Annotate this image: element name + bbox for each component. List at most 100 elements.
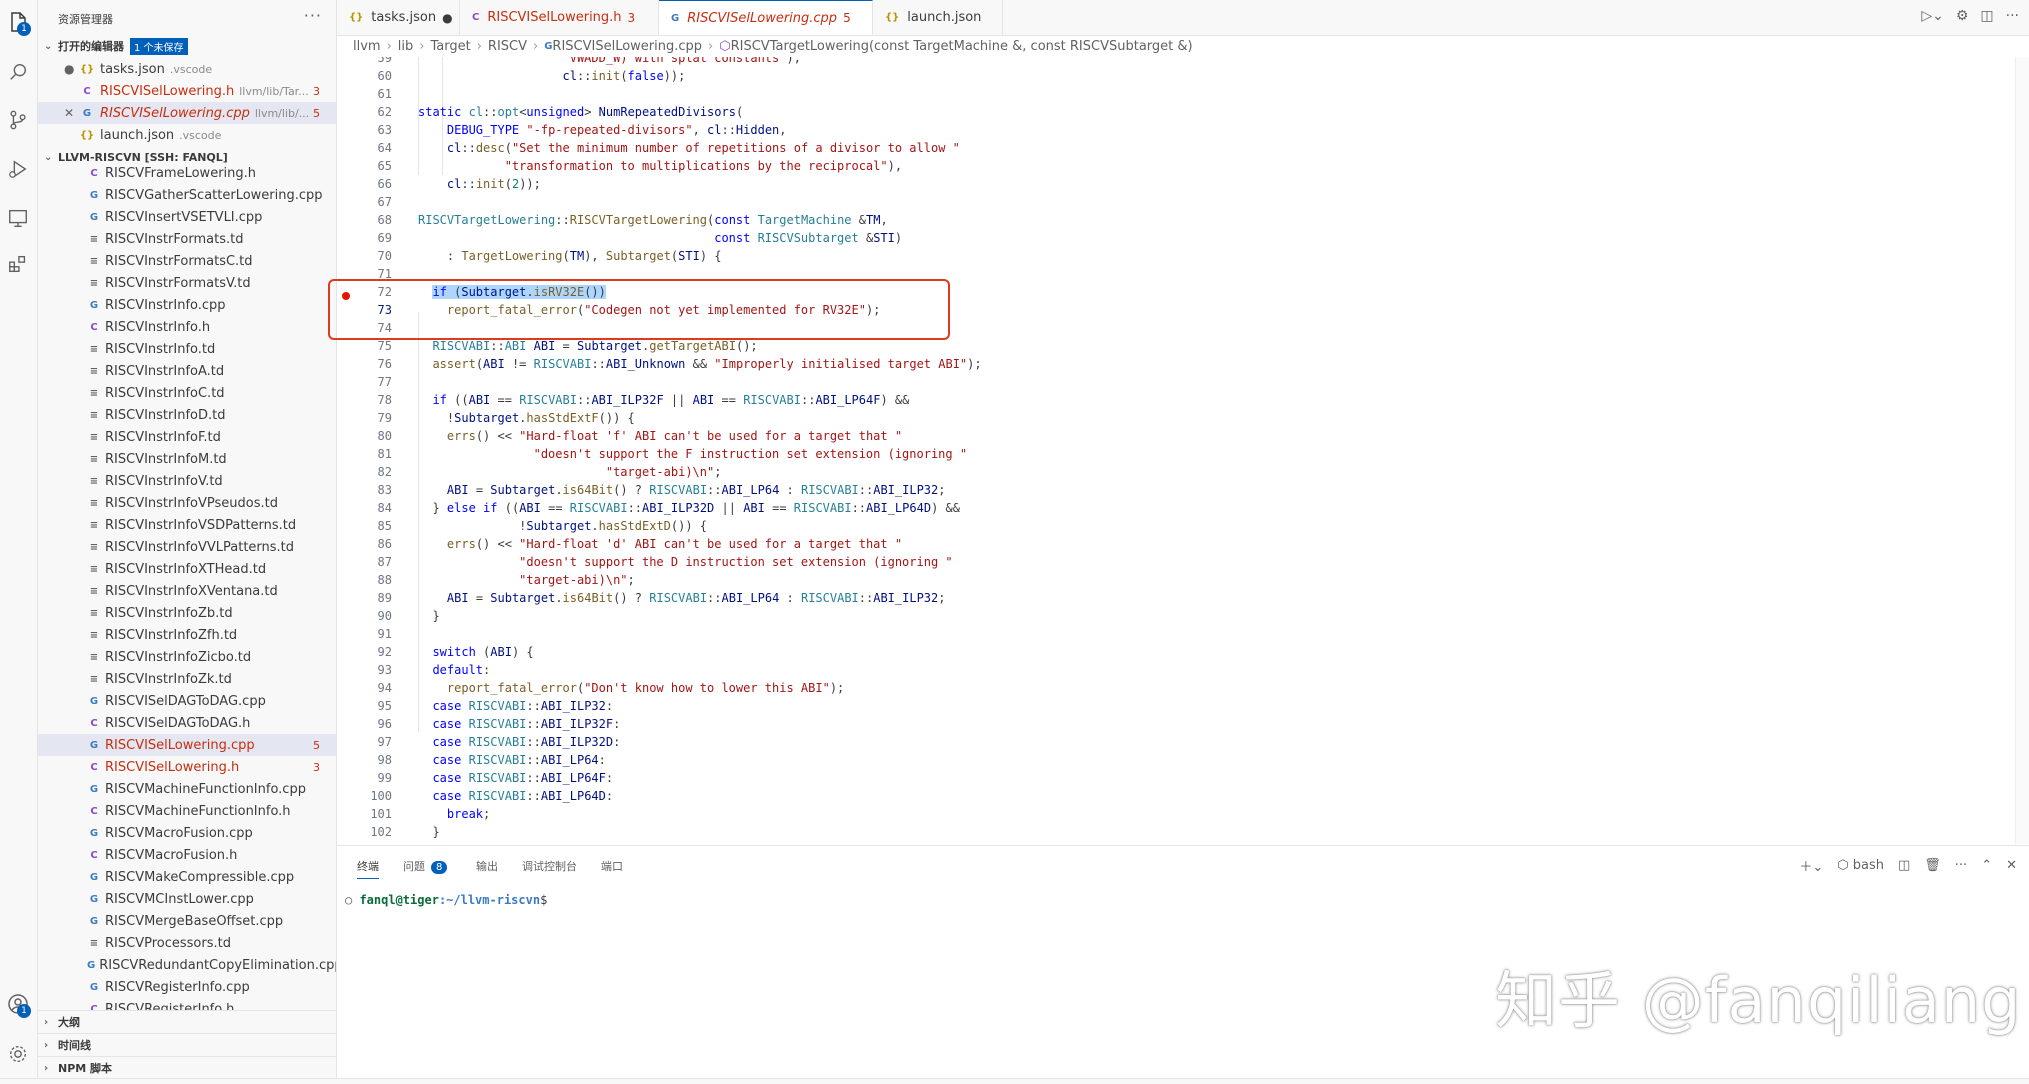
split-editor-icon[interactable]: ◫ xyxy=(1980,8,1993,24)
open-editors-header[interactable]: ⌄ 打开的编辑器 1 个未保存 xyxy=(38,36,336,56)
file-tree-item[interactable]: ≡ RISCVInstrInfoZfh.td xyxy=(38,624,336,646)
terminal-prompt[interactable]: ○ fanql@tiger:~/llvm-riscvn$ xyxy=(345,893,547,907)
editor-tab[interactable]: {} launch.json xyxy=(873,0,1003,35)
file-tree-item[interactable]: ≡ RISCVInstrInfoV.td xyxy=(38,470,336,492)
tab-debug-console[interactable]: 调试控制台 xyxy=(522,858,577,874)
close-icon[interactable]: ✕ xyxy=(2006,858,2017,873)
code-line[interactable]: 89 ABI = Subtarget.is64Bit() ? RISCVABI:… xyxy=(337,589,2017,607)
gear-icon[interactable]: ⚙ xyxy=(1956,8,1969,24)
file-tree-item[interactable]: ≡ RISCVInstrInfoZb.td xyxy=(38,602,336,624)
file-tree-item[interactable]: G RISCVISelLowering.cpp 5 xyxy=(38,734,336,756)
outline-section[interactable]: › 大纲 xyxy=(38,1010,336,1033)
open-editor-item[interactable]: ●{} tasks.json .vscode xyxy=(38,58,336,80)
file-tree-item[interactable]: C RISCVInstrInfo.h xyxy=(38,316,336,338)
file-tree-item[interactable]: ≡ RISCVInstrInfoD.td xyxy=(38,404,336,426)
code-line[interactable]: 60 cl::init(false)); xyxy=(337,67,2017,85)
code-line[interactable]: 70 : TargetLowering(TM), Subtarget(STI) … xyxy=(337,247,2017,265)
file-tree-item[interactable]: ≡ RISCVInstrInfoZk.td xyxy=(38,668,336,690)
account-icon[interactable]: 1 xyxy=(4,990,32,1018)
file-tree-item[interactable]: G RISCVRegisterInfo.cpp xyxy=(38,976,336,998)
file-tree-item[interactable]: G RISCVISelDAGToDAG.cpp xyxy=(38,690,336,712)
file-tree-item[interactable]: G RISCVMacroFusion.cpp xyxy=(38,822,336,844)
code-line[interactable]: 92 switch (ABI) { xyxy=(337,643,2017,661)
file-tree-item[interactable]: ≡ RISCVInstrInfoA.td xyxy=(38,360,336,382)
code-line[interactable]: 79 !Subtarget.hasStdExtF()) { xyxy=(337,409,2017,427)
file-tree-item[interactable]: G RISCVMergeBaseOffset.cpp xyxy=(38,910,336,932)
file-tree-item[interactable]: ≡ RISCVInstrInfoZicbo.td xyxy=(38,646,336,668)
code-line[interactable]: 97 case RISCVABI::ABI_ILP32D: xyxy=(337,733,2017,751)
breadcrumb-item[interactable]: lib xyxy=(398,39,413,54)
code-line[interactable]: 77 xyxy=(337,373,2017,391)
code-editor[interactable]: 59 "VWADD_W) with splat constants"), 60 c… xyxy=(337,57,2029,844)
code-line[interactable]: 86 errs() << "Hard-float 'd' ABI can't b… xyxy=(337,535,2017,553)
code-line[interactable]: 69 const RISCVSubtarget &STI) xyxy=(337,229,2017,247)
search-icon[interactable] xyxy=(4,58,32,86)
file-tree-item[interactable]: ≡ RISCVInstrFormats.td xyxy=(38,228,336,250)
code-line[interactable]: 76 assert(ABI != RISCVABI::ABI_Unknown &… xyxy=(337,355,2017,373)
file-tree-item[interactable]: C RISCVISelDAGToDAG.h xyxy=(38,712,336,734)
close-icon[interactable]: ✕ xyxy=(64,106,78,120)
breadcrumb-item[interactable]: Target xyxy=(430,39,470,54)
code-line[interactable]: 63 DEBUG_TYPE "-fp-repeated-divisors", c… xyxy=(337,121,2017,139)
file-tree-item[interactable]: ≡ RISCVInstrInfoVVLPatterns.td xyxy=(38,536,336,558)
file-tree-item[interactable]: ≡ RISCVProcessors.td xyxy=(38,932,336,954)
timeline-section[interactable]: › 时间线 xyxy=(38,1033,336,1056)
extensions-icon[interactable] xyxy=(4,250,32,278)
breakpoint-dot[interactable] xyxy=(342,292,350,300)
code-line[interactable]: 98 case RISCVABI::ABI_LP64: xyxy=(337,751,2017,769)
run-debug-icon[interactable] xyxy=(4,155,32,183)
tab-problems[interactable]: 问题 8 xyxy=(403,858,448,874)
trash-icon[interactable]: 🗑 xyxy=(1924,858,1941,873)
terminal-shell[interactable]: ⬡ bash xyxy=(1837,858,1884,873)
tab-terminal[interactable]: 终端 xyxy=(357,858,379,879)
file-tree-item[interactable]: ≡ RISCVInstrInfoVSDPatterns.td xyxy=(38,514,336,536)
breadcrumb-item[interactable]: RISCVTargetLowering(const TargetMachine … xyxy=(731,39,1193,54)
file-tree-item[interactable]: ≡ RISCVInstrFormatsV.td xyxy=(38,272,336,294)
npm-scripts-section[interactable]: › NPM 脚本 xyxy=(38,1056,336,1079)
more-icon[interactable]: ··· xyxy=(1955,858,1967,873)
file-tree-item[interactable]: ≡ RISCVInstrInfoM.td xyxy=(38,448,336,470)
code-line[interactable]: 62 static cl::opt<unsigned> NumRepeatedDi… xyxy=(337,103,2017,121)
file-tree-item[interactable]: ≡ RISCVInstrInfoC.td xyxy=(38,382,336,404)
more-actions-icon[interactable]: ··· xyxy=(304,6,322,25)
code-line[interactable]: 88 "target-abi)\n"; xyxy=(337,571,2017,589)
remote-explorer-icon[interactable] xyxy=(4,204,32,232)
file-tree-item[interactable]: G RISCVInstrInfo.cpp xyxy=(38,294,336,316)
file-tree-item[interactable]: ≡ RISCVInstrInfoXVentana.td xyxy=(38,580,336,602)
code-line[interactable]: 59 "VWADD_W) with splat constants"), xyxy=(337,57,2017,67)
more-icon[interactable]: ··· xyxy=(2006,8,2019,24)
file-tree-item[interactable]: G RISCVMakeCompressible.cpp xyxy=(38,866,336,888)
file-tree-item[interactable]: G RISCVInsertVSETVLI.cpp xyxy=(38,206,336,228)
tab-output[interactable]: 输出 xyxy=(476,858,498,874)
file-tree-item[interactable]: C RISCVMachineFunctionInfo.h xyxy=(38,800,336,822)
breadcrumb-item[interactable]: llvm xyxy=(353,39,381,54)
maximize-icon[interactable]: ⌃ xyxy=(1981,858,1992,873)
file-tree-item[interactable]: C RISCVMacroFusion.h xyxy=(38,844,336,866)
tab-ports[interactable]: 端口 xyxy=(601,858,623,874)
code-line[interactable]: 67 xyxy=(337,193,2017,211)
split-terminal-icon[interactable]: ◫ xyxy=(1898,858,1910,873)
code-line[interactable]: 65 "transformation to multiplications by… xyxy=(337,157,2017,175)
code-line[interactable]: 95 case RISCVABI::ABI_ILP32: xyxy=(337,697,2017,715)
code-line[interactable]: 96 case RISCVABI::ABI_ILP32F: xyxy=(337,715,2017,733)
code-line[interactable]: 93 default: xyxy=(337,661,2017,679)
code-line[interactable]: 102 } xyxy=(337,823,2017,841)
editor-tab[interactable]: C RISCVISelLowering.h 3 xyxy=(460,0,659,35)
code-line[interactable]: 68 RISCVTargetLowering::RISCVTargetLoweri… xyxy=(337,211,2017,229)
source-control-icon[interactable] xyxy=(4,106,32,134)
run-icon[interactable]: ▷⌄ xyxy=(1921,8,1944,24)
open-editor-item[interactable]: ✕ G RISCVISelLowering.cpp llvm/lib/... 5 xyxy=(38,102,336,124)
code-line[interactable]: 90 } xyxy=(337,607,2017,625)
new-terminal-icon[interactable]: ＋⌄ xyxy=(1799,856,1823,875)
files-icon[interactable]: 1 xyxy=(4,8,32,36)
code-line[interactable]: 81 "doesn't support the F instruction se… xyxy=(337,445,2017,463)
code-line[interactable]: 99 case RISCVABI::ABI_LP64F: xyxy=(337,769,2017,787)
file-tree-item[interactable]: ≡ RISCVInstrInfoF.td xyxy=(38,426,336,448)
file-tree-item[interactable]: G RISCVMCInstLower.cpp xyxy=(38,888,336,910)
open-editor-item[interactable]: C RISCVISelLowering.h llvm/lib/Tar... 3 xyxy=(38,80,336,102)
file-tree-item[interactable]: ≡ RISCVInstrFormatsC.td xyxy=(38,250,336,272)
code-line[interactable]: 80 errs() << "Hard-float 'f' ABI can't b… xyxy=(337,427,2017,445)
code-line[interactable]: 61 xyxy=(337,85,2017,103)
code-line[interactable]: 78 if ((ABI == RISCVABI::ABI_ILP32F || A… xyxy=(337,391,2017,409)
file-tree-item[interactable]: ≡ RISCVInstrInfo.td xyxy=(38,338,336,360)
